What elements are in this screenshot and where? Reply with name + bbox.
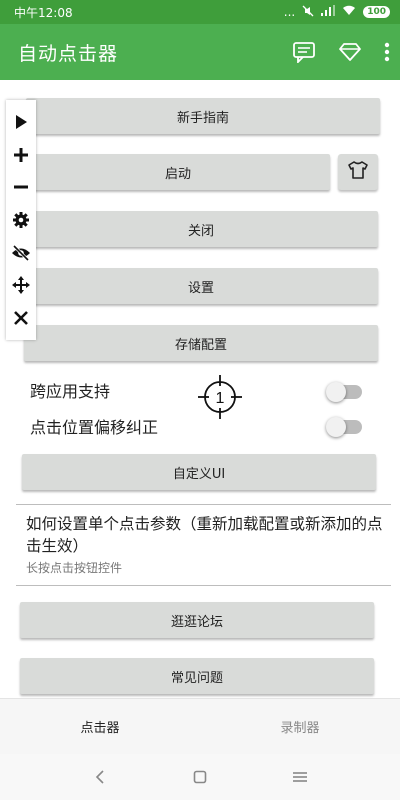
signal-dots: ... (283, 5, 296, 19)
status-time: 中午12:08 (14, 5, 73, 20)
click-target-marker[interactable]: 1 (197, 374, 243, 420)
offset-fix-label: 点击位置偏移纠正 (30, 418, 159, 437)
chat-icon[interactable] (292, 41, 316, 63)
back-icon[interactable] (80, 762, 120, 792)
battery-indicator: 100 (363, 6, 390, 18)
target-number: 1 (216, 390, 225, 407)
home-icon[interactable] (180, 762, 220, 792)
cell-signal-icon (321, 5, 336, 19)
play-icon[interactable] (10, 111, 32, 133)
cross-app-label: 跨应用支持 (30, 382, 111, 401)
minus-icon[interactable] (10, 176, 32, 198)
mute-icon (302, 5, 314, 20)
eye-off-icon[interactable] (10, 242, 32, 264)
tab-recorder[interactable]: 录制器 (200, 699, 400, 754)
help-subtitle: 长按点击按钮控件 (26, 561, 123, 575)
bottom-navigation: 点击器 录制器 (0, 698, 400, 754)
close-button[interactable]: 关闭 (24, 211, 378, 247)
toggle-knob (326, 417, 346, 437)
shirt-icon (347, 160, 369, 184)
main-content: 新手指南 启动 关闭 设置 存储配置 跨应用支持 1 点击位置偏移纠正 自定义U… (0, 80, 400, 698)
divider (16, 585, 391, 586)
close-icon[interactable] (10, 307, 32, 329)
app-bar: 自动点击器 (0, 24, 400, 80)
save-config-button[interactable]: 存储配置 (24, 325, 378, 361)
plus-icon[interactable] (10, 144, 32, 166)
app-bar-actions (292, 41, 390, 63)
settings-button[interactable]: 设置 (24, 268, 378, 304)
floating-toolbar (6, 100, 36, 340)
custom-ui-button[interactable]: 自定义UI (22, 454, 376, 490)
system-navigation-bar (0, 754, 400, 800)
toggle-knob (326, 382, 346, 402)
help-title: 如何设置单个点击参数（重新加载配置或新添加的点击生效） (26, 515, 383, 555)
offset-fix-toggle[interactable] (326, 417, 362, 437)
move-icon[interactable] (10, 274, 32, 296)
forum-button[interactable]: 逛逛论坛 (20, 602, 374, 638)
divider (16, 504, 391, 505)
gear-icon[interactable] (10, 209, 32, 231)
more-vert-icon[interactable] (384, 42, 390, 62)
recents-icon[interactable] (280, 762, 320, 792)
app-title: 自动点击器 (18, 42, 119, 65)
wifi-icon (342, 5, 356, 19)
start-button[interactable]: 启动 (26, 154, 330, 190)
faq-button[interactable]: 常见问题 (20, 658, 374, 694)
tab-clicker[interactable]: 点击器 (0, 699, 200, 754)
guide-button[interactable]: 新手指南 (26, 98, 380, 134)
diamond-icon[interactable] (338, 42, 362, 62)
status-icons: ... 100 (284, 5, 390, 20)
status-bar: 中午12:08 ... 100 (0, 0, 400, 24)
cross-app-toggle[interactable] (326, 382, 362, 402)
theme-button[interactable] (338, 154, 378, 190)
